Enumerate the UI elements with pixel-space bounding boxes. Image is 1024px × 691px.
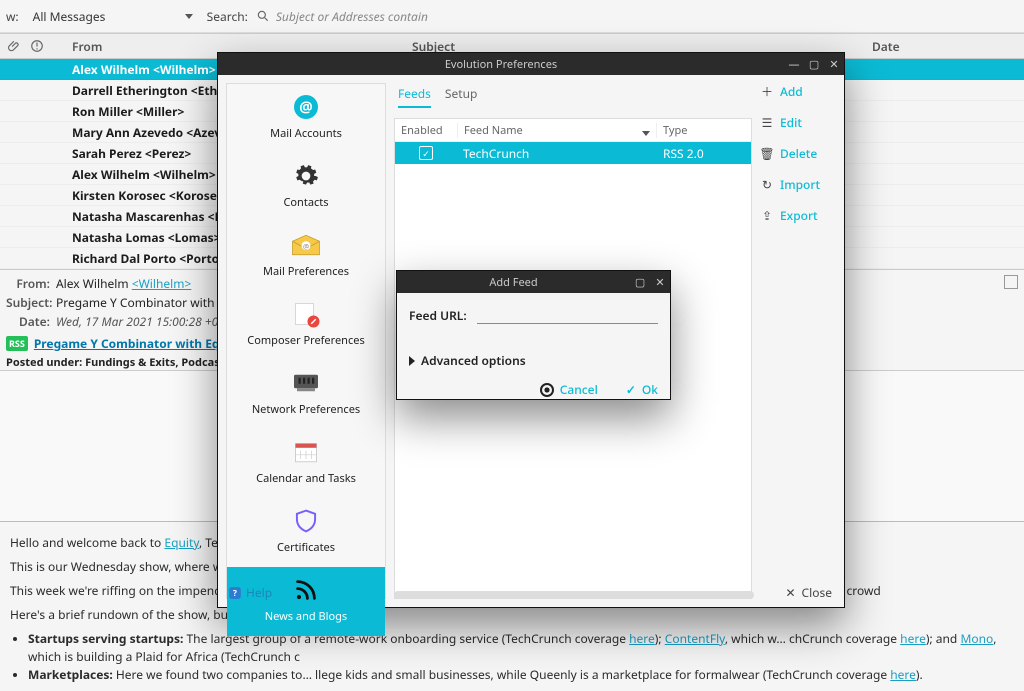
at-icon: @ [291, 92, 321, 122]
article-title[interactable]: Pregame Y Combinator with Equity [34, 335, 243, 352]
date-label: Date: [6, 313, 50, 330]
export-button[interactable]: ⇪Export [760, 207, 838, 224]
advanced-options-toggle[interactable]: Advanced options [409, 352, 658, 369]
rss-icon: RSS [6, 336, 28, 351]
check-icon: ✓ [626, 381, 636, 398]
tab-setup[interactable]: Setup [445, 85, 477, 108]
nav-mail-preferences[interactable]: @ Mail Preferences [227, 222, 385, 291]
svg-text:@: @ [299, 97, 312, 117]
delete-button[interactable]: 🗑Delete [760, 145, 838, 162]
toolbar: w: All Messages Search: Subject or Addre… [0, 0, 1024, 33]
tab-feeds[interactable]: Feeds [398, 85, 431, 108]
show-dropdown[interactable]: All Messages [27, 6, 199, 27]
compose-icon [291, 299, 321, 329]
prefs-tabs: Feeds Setup [394, 83, 752, 110]
edit-button[interactable]: ☰Edit [760, 114, 838, 131]
trash-icon: 🗑 [760, 147, 774, 161]
chevron-down-icon [185, 14, 193, 19]
col-type[interactable]: Type [657, 123, 751, 138]
plus-icon: ＋ [760, 85, 774, 99]
equity-link[interactable]: Equity [164, 534, 199, 551]
titlebar[interactable]: Evolution Preferences — ▢ ✕ [218, 53, 844, 75]
list-icon: ☰ [760, 116, 774, 130]
minimize-icon[interactable]: — [784, 54, 804, 74]
nav-calendar[interactable]: Calendar and Tasks [227, 429, 385, 498]
import-icon: ↻ [760, 178, 774, 192]
prefs-nav: @ Mail Accounts Contacts @ Mail Preferen… [226, 83, 386, 599]
show-dropdown-value: All Messages [33, 8, 106, 25]
coverage-link[interactable]: here [890, 666, 916, 683]
svg-text:@: @ [303, 242, 309, 251]
triangle-right-icon [409, 356, 415, 366]
close-x-icon: ✕ [785, 584, 795, 601]
mono-link[interactable]: Mono [960, 630, 993, 647]
from-name: Alex Wilhelm [56, 275, 129, 292]
mail-app-window: w: All Messages Search: Subject or Addre… [0, 0, 1024, 691]
ethernet-icon [291, 368, 321, 398]
nav-certificates[interactable]: Certificates [227, 498, 385, 567]
attachment-icon[interactable] [8, 39, 22, 53]
col-feed-name[interactable]: Feed Name [457, 123, 657, 138]
help-button[interactable]: ? Help [228, 584, 272, 601]
feed-url-label: Feed URL: [409, 307, 467, 324]
search-placeholder: Subject or Addresses contain [276, 8, 428, 25]
close-button[interactable]: ✕Close [785, 584, 832, 601]
checkbox-icon[interactable]: ✓ [419, 146, 433, 160]
subject-label: Subject: [6, 294, 50, 311]
feed-name: TechCrunch [457, 145, 657, 162]
help-icon: ? [228, 586, 242, 600]
svg-text:?: ? [233, 587, 237, 598]
dialog-title: Evolution Preferences [407, 57, 596, 72]
cancel-button[interactable]: Cancel [540, 381, 598, 398]
search-label: Search: [207, 8, 248, 25]
sort-icon [642, 131, 650, 136]
feed-type: RSS 2.0 [657, 145, 751, 162]
ok-button[interactable]: ✓Ok [626, 381, 658, 398]
feed-actions: ＋Add ☰Edit 🗑Delete ↻Import ⇪Export [760, 75, 844, 607]
nav-network-preferences[interactable]: Network Preferences [227, 360, 385, 429]
import-button[interactable]: ↻Import [760, 176, 838, 193]
coverage-link[interactable]: here [629, 630, 655, 647]
maximize-icon[interactable]: ▢ [804, 54, 824, 74]
search-input[interactable]: Subject or Addresses contain [256, 8, 428, 25]
col-date[interactable]: Date [864, 35, 1024, 58]
dialog-title: Add Feed [475, 275, 553, 290]
search-icon [256, 9, 270, 23]
add-button[interactable]: ＋Add [760, 83, 838, 100]
nav-mail-accounts[interactable]: @ Mail Accounts [227, 84, 385, 153]
nav-contacts[interactable]: Contacts [227, 153, 385, 222]
close-icon[interactable]: ✕ [824, 54, 844, 74]
calendar-icon [291, 437, 321, 467]
col-enabled[interactable]: Enabled [395, 123, 457, 138]
contentfly-link[interactable]: ContentFly [665, 630, 725, 647]
feed-url-input[interactable] [477, 303, 658, 324]
list-item: Marketplaces: Here we found two companie… [28, 666, 1014, 684]
coverage-link[interactable]: here [900, 630, 926, 647]
from-link[interactable]: <Wilhelm> [132, 275, 192, 292]
titlebar[interactable]: Add Feed ▢ ✕ [397, 271, 670, 293]
envelope-icon: @ [291, 230, 321, 260]
cancel-icon [540, 383, 554, 397]
important-icon[interactable] [30, 39, 44, 53]
shield-icon [291, 506, 321, 536]
nav-composer-preferences[interactable]: Composer Preferences [227, 291, 385, 360]
gear-icon [291, 161, 321, 191]
add-feed-dialog: Add Feed ▢ ✕ Feed URL: Advanced options … [396, 270, 671, 400]
feed-row[interactable]: ✓ TechCrunch RSS 2.0 [395, 142, 751, 164]
nav-news-blogs[interactable]: News and Blogs [227, 567, 385, 636]
maximize-icon[interactable]: ▢ [630, 272, 650, 292]
show-label: w: [6, 8, 19, 25]
flag-icon[interactable] [1004, 275, 1018, 289]
list-item: Startups serving startups: The largest g… [28, 630, 1014, 666]
from-label: From: [6, 275, 50, 292]
close-icon[interactable]: ✕ [650, 272, 670, 292]
export-icon: ⇪ [760, 209, 774, 223]
